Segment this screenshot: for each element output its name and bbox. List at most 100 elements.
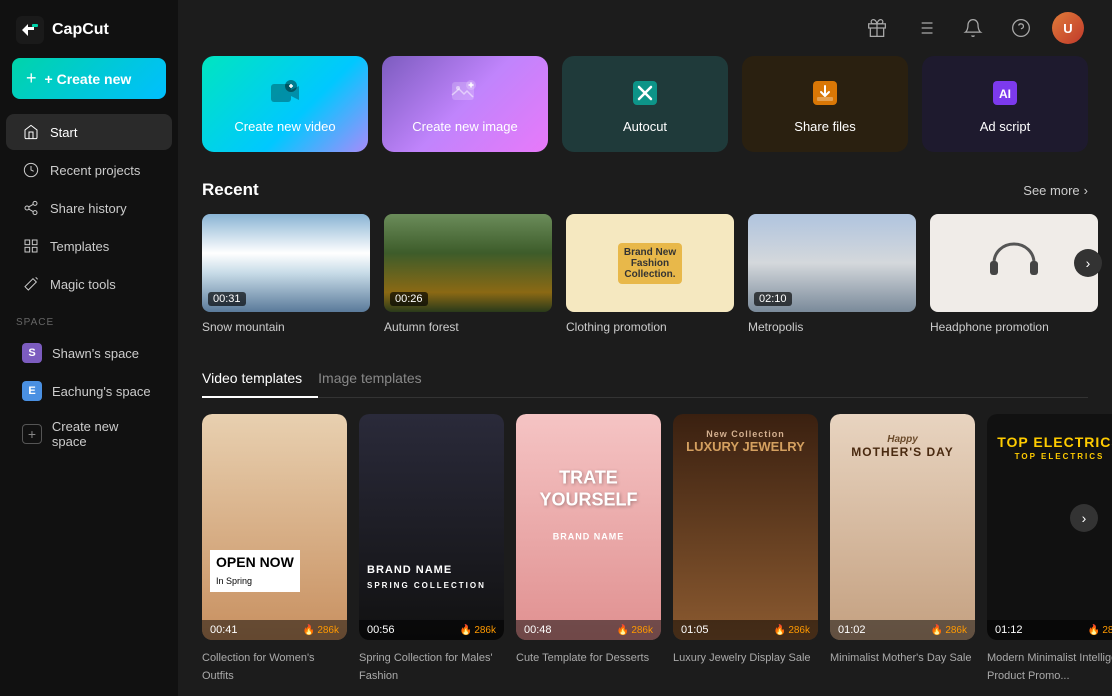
template-label-5: Minimalist Mother's Day Sale xyxy=(830,648,975,684)
ad-script-card[interactable]: AI Ad script xyxy=(922,56,1088,152)
sidebar-item-magic-label: Magic tools xyxy=(50,277,116,292)
svg-text:AI: AI xyxy=(999,87,1011,101)
share-files-label: Share files xyxy=(794,119,855,134)
template-meta-3: 00:48 🔥 286k xyxy=(516,620,661,640)
home-icon xyxy=(22,123,40,141)
shawn-avatar: S xyxy=(22,343,42,363)
template-label-6: Modern Minimalist Intelligent Product Pr… xyxy=(987,648,1112,684)
recent-scroll-right[interactable]: › xyxy=(1074,249,1102,277)
recent-item-4[interactable]: 02:10 Metropolis xyxy=(748,214,916,334)
bell-button[interactable] xyxy=(956,11,990,45)
sidebar-space-eachung[interactable]: E Eachung's space xyxy=(6,373,172,409)
quick-actions-row: Create new video Create new image Autocu… xyxy=(202,56,1088,152)
template-meta-5: 01:02 🔥 286k xyxy=(830,620,975,640)
sidebar-space-shawn[interactable]: S Shawn's space xyxy=(6,335,172,371)
sidebar-item-start[interactable]: Start xyxy=(6,114,172,150)
share-files-icon xyxy=(807,75,843,111)
template-tabs: Video templates Image templates xyxy=(202,362,1088,398)
template-scroll-right[interactable]: › xyxy=(1070,504,1098,532)
recent-item-2[interactable]: 00:26 Autumn forest xyxy=(384,214,552,334)
app-title: CapCut xyxy=(52,21,109,39)
see-more-button[interactable]: See more › xyxy=(1023,183,1088,198)
recent-label-3: Clothing promotion xyxy=(566,320,734,334)
recent-item-5[interactable]: Headphone promotion xyxy=(930,214,1098,334)
space-section-label: SPACE xyxy=(0,303,178,334)
recent-thumb-4: 02:10 xyxy=(748,214,916,312)
template-grid: OPEN NOWIn Spring 00:41 🔥 286k BRAND NAM… xyxy=(202,414,1088,640)
recent-item-3[interactable]: Brand NewFashionCollection. Clothing pro… xyxy=(566,214,734,334)
create-new-button[interactable]: + + Create new xyxy=(12,58,166,99)
help-button[interactable] xyxy=(1004,11,1038,45)
template-meta-4: 01:05 🔥 286k xyxy=(673,620,818,640)
autocut-card[interactable]: Autocut xyxy=(562,56,728,152)
wand-icon xyxy=(22,275,40,293)
plus-circle-icon: + xyxy=(22,424,42,444)
template-thumb-1: OPEN NOWIn Spring 00:41 🔥 286k xyxy=(202,414,347,640)
sidebar-item-recent-label: Recent projects xyxy=(50,163,140,178)
eachung-avatar: E xyxy=(22,381,42,401)
recent-thumb-3: Brand NewFashionCollection. xyxy=(566,214,734,312)
recent-time-4: 02:10 xyxy=(754,292,792,306)
topbar: U xyxy=(202,0,1088,56)
recent-label-2: Autumn forest xyxy=(384,320,552,334)
sidebar: CapCut + + Create new Start Recent proje… xyxy=(0,0,178,696)
create-image-card[interactable]: Create new image xyxy=(382,56,548,152)
sidebar-item-start-label: Start xyxy=(50,125,77,140)
sidebar-item-magic-tools[interactable]: Magic tools xyxy=(6,266,172,302)
list-button[interactable] xyxy=(908,11,942,45)
template-thumb-5: Happy MOTHER'S DAY 01:02 🔥 286k xyxy=(830,414,975,640)
sidebar-item-share-label: Share history xyxy=(50,201,127,216)
recent-item-1[interactable]: 00:31 Snow mountain xyxy=(202,214,370,334)
gift-button[interactable] xyxy=(860,11,894,45)
sidebar-item-templates[interactable]: Templates xyxy=(6,228,172,264)
template-item-4[interactable]: New Collection LUXURY JEWELRY 01:05 🔥 28… xyxy=(673,414,818,640)
recent-label-4: Metropolis xyxy=(748,320,916,334)
grid-icon xyxy=(22,237,40,255)
logo-area: CapCut xyxy=(0,0,178,58)
template-label-2: Spring Collection for Males' Fashion xyxy=(359,648,504,684)
tab-image-templates[interactable]: Image templates xyxy=(318,362,438,398)
recent-thumb-1: 00:31 xyxy=(202,214,370,312)
sidebar-item-recent[interactable]: Recent projects xyxy=(6,152,172,188)
recent-time-1: 00:31 xyxy=(208,292,246,306)
ad-script-label: Ad script xyxy=(980,119,1031,134)
template-meta-1: 00:41 🔥 286k xyxy=(202,620,347,640)
sidebar-item-share-history[interactable]: Share history xyxy=(6,190,172,226)
create-video-label: Create new video xyxy=(234,119,335,134)
template-label-4: Luxury Jewelry Display Sale xyxy=(673,648,818,684)
recent-time-2: 00:26 xyxy=(390,292,428,306)
shawn-space-label: Shawn's space xyxy=(52,346,139,361)
recent-section-header: Recent See more › xyxy=(202,180,1088,200)
create-video-icon xyxy=(267,75,303,111)
user-avatar[interactable]: U xyxy=(1052,12,1084,44)
tab-video-templates[interactable]: Video templates xyxy=(202,362,318,398)
template-meta-2: 00:56 🔥 286k xyxy=(359,620,504,640)
recent-thumb-2: 00:26 xyxy=(384,214,552,312)
template-thumb-4: New Collection LUXURY JEWELRY 01:05 🔥 28… xyxy=(673,414,818,640)
template-thumb-3: TRATEYOURSELF BRAND NAME 00:48 🔥 286k xyxy=(516,414,661,640)
template-item-5[interactable]: Happy MOTHER'S DAY 01:02 🔥 286k xyxy=(830,414,975,640)
template-item-3[interactable]: TRATEYOURSELF BRAND NAME 00:48 🔥 286k xyxy=(516,414,661,640)
autocut-icon xyxy=(627,75,663,111)
share-files-card[interactable]: Share files xyxy=(742,56,908,152)
template-labels-row: Collection for Women's Outfits Spring Co… xyxy=(202,648,1088,684)
eachung-space-label: Eachung's space xyxy=(52,384,151,399)
main-content: U Create new video Create new image Auto… xyxy=(178,0,1112,696)
capcut-logo-icon xyxy=(16,16,44,44)
recent-grid: 00:31 Snow mountain 00:26 Autumn forest … xyxy=(202,214,1088,334)
sidebar-item-templates-label: Templates xyxy=(50,239,109,254)
create-new-space[interactable]: + Create new space xyxy=(6,411,172,457)
recent-label-1: Snow mountain xyxy=(202,320,370,334)
clock-icon xyxy=(22,161,40,179)
template-thumb-2: BRAND NAMESPRING COLLECTION 00:56 🔥 286k xyxy=(359,414,504,640)
create-image-label: Create new image xyxy=(412,119,518,134)
create-space-label: Create new space xyxy=(52,419,156,449)
template-meta-6: 01:12 🔥 286k xyxy=(987,620,1112,640)
template-label-1: Collection for Women's Outfits xyxy=(202,648,347,684)
create-video-card[interactable]: Create new video xyxy=(202,56,368,152)
template-item-1[interactable]: OPEN NOWIn Spring 00:41 🔥 286k xyxy=(202,414,347,640)
template-item-2[interactable]: BRAND NAMESPRING COLLECTION 00:56 🔥 286k xyxy=(359,414,504,640)
share-icon xyxy=(22,199,40,217)
template-label-3: Cute Template for Desserts xyxy=(516,648,661,684)
ad-script-icon: AI xyxy=(987,75,1023,111)
